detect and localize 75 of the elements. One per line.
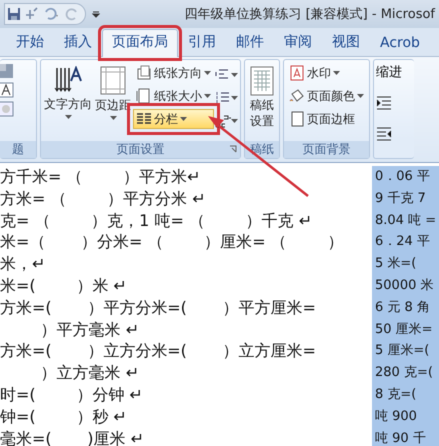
ribbon-button[interactable]: 页面颜色: [286, 86, 367, 106]
ribbon-large-button[interactable]: 稿纸设置: [247, 63, 277, 132]
caret-icon: [110, 116, 116, 121]
document-line: 方米=( ）立方分米=( ）立方厘米=: [0, 340, 316, 362]
draw-table-icon[interactable]: [25, 7, 39, 21]
dialog-launcher-icon[interactable]: [229, 145, 237, 153]
document-line: 毫米=( )厘米 ↵: [0, 428, 144, 446]
document-line: 50 厘米=: [375, 320, 433, 339]
ribbon-tab[interactable]: Acrob: [370, 31, 430, 56]
manuscript-paper-icon: [248, 66, 276, 96]
text-direction-icon: [53, 66, 83, 94]
hyphenation-icon: [215, 113, 231, 129]
caret-icon: [357, 94, 364, 98]
paper-size-icon: [136, 88, 152, 104]
document-line: 时=( ）分钟 ↵: [0, 384, 143, 406]
group-label: 页面设置: [116, 141, 164, 158]
document-line: 6 元 8 角: [375, 298, 430, 317]
document-line: 吨 90 千: [375, 430, 426, 446]
document-line: 9 千克 7: [375, 190, 426, 208]
indent-right-icon: [376, 125, 392, 141]
ribbon-tab[interactable]: 开始: [6, 29, 54, 56]
document-line: 克= （ ）克，1 吨= （ ）千克 ↵: [0, 210, 312, 232]
document-line: 5 米=(: [375, 255, 416, 274]
document-line: ）平方毫米 ↵: [40, 318, 140, 340]
ribbon-tab[interactable]: 插入: [54, 29, 102, 56]
document-line: 6．24 平: [375, 233, 430, 252]
document-line: 米=（ ）分米= （ ）厘米= （ ）: [0, 231, 344, 254]
document-line: 280 克=(: [375, 364, 433, 382]
caret-icon: [64, 115, 72, 120]
document-line: 方千米= （ ）平方米↵: [0, 166, 201, 188]
document-line: 0．06 平: [375, 168, 430, 186]
document-line: 米，↵: [0, 253, 46, 275]
margins-icon: [98, 66, 128, 95]
ribbon-button[interactable]: 页面边框: [286, 109, 367, 129]
ribbon-tab[interactable]: 审阅: [274, 29, 322, 56]
columns-icon: [136, 111, 152, 127]
document-line: 吨 900: [375, 408, 417, 426]
orientation-icon: [136, 65, 152, 81]
window-title: 四年级单位换算练习 [兼容模式] - Microsof: [184, 6, 435, 23]
ribbon-large-button[interactable]: 文字方向: [43, 63, 93, 123]
document-line: 钟=( ）秒 ↵: [0, 406, 127, 428]
document-line: 米=( ）米 ↵: [0, 274, 127, 297]
ribbon-button[interactable]: 纸张大小: [133, 86, 214, 106]
indent-heading: 缩进: [376, 64, 402, 81]
undo-icon[interactable]: [43, 7, 61, 21]
paint-bucket-icon: [289, 88, 305, 104]
document-line: 方米=( ）平方分米=( ）平方厘米=: [0, 296, 316, 319]
document-line: 方米= （ ）平方分米 ↵: [0, 188, 206, 210]
caret-icon: [180, 116, 187, 122]
ribbon-tab[interactable]: 视图: [322, 29, 370, 56]
watermark-icon: [289, 65, 305, 81]
caret-icon: [204, 94, 211, 98]
group-label: 题: [12, 141, 24, 158]
caret-icon: [231, 118, 238, 124]
caret-icon: [333, 70, 340, 76]
document-line: ）立方毫米 ↵: [40, 362, 140, 384]
theme-fonts-icon: [0, 82, 14, 98]
customize-toolbar-icon[interactable]: [92, 10, 100, 18]
caret-icon: [231, 96, 238, 100]
line-numbers-icon: [215, 90, 231, 106]
caret-icon: [204, 70, 211, 76]
caret-icon: [231, 72, 238, 78]
ribbon-tab[interactable]: 邮件: [226, 29, 274, 56]
indent-left-icon: [376, 94, 392, 110]
group-label: 页面背景: [302, 141, 350, 158]
document-line: 50000 米: [375, 276, 434, 295]
document-line: 5 厘米=(: [375, 342, 430, 360]
ribbon-button[interactable]: 水印: [286, 63, 367, 83]
document-line: 8.04 吨 =: [375, 212, 436, 230]
page-border-icon: [289, 111, 305, 127]
ribbon-button[interactable]: 纸张方向: [133, 63, 214, 83]
save-icon[interactable]: [7, 7, 21, 21]
theme-effects-icon: [0, 101, 14, 117]
document-line: 8 克=(: [375, 386, 416, 404]
ribbon-tab[interactable]: 引用: [178, 29, 226, 56]
